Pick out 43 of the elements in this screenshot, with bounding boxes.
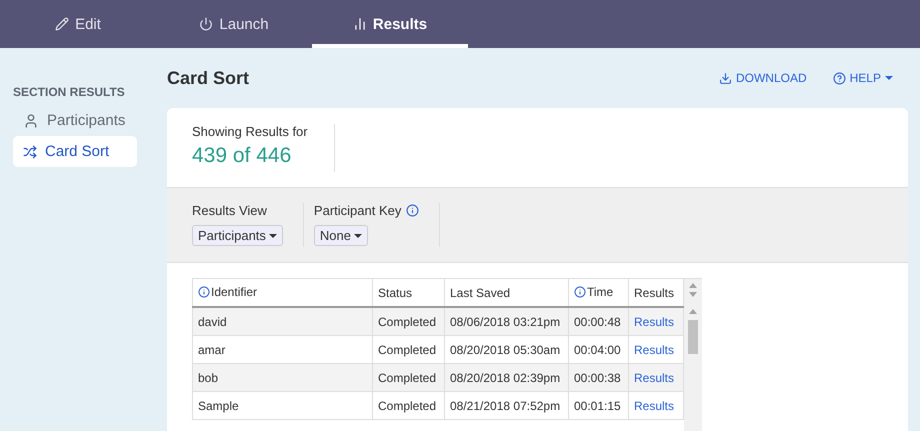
help-icon: [832, 72, 846, 84]
page-title: Card Sort: [167, 68, 250, 88]
table-cell: 08/20/2018 05:30am: [444, 336, 568, 364]
filter-label: Participant Key: [314, 203, 402, 218]
summary-value: 439 of 446: [192, 144, 292, 168]
power-icon: [199, 17, 214, 31]
table-cell: 08/06/2018 03:21pm: [444, 307, 568, 336]
table-cell: Completed: [372, 392, 444, 420]
table-cell: 08/21/2018 07:52pm: [444, 392, 568, 420]
table-cell: 08/20/2018 02:39pm: [444, 364, 568, 392]
sidebar-item[interactable]: Participants: [13, 105, 137, 136]
sidebar-heading: SECTION RESULTS: [13, 85, 126, 99]
table-cell: amar: [192, 336, 372, 364]
table-cell: 00:01:15: [568, 392, 628, 420]
filter-dropdown[interactable]: None: [314, 225, 368, 246]
scrollbar[interactable]: [684, 278, 702, 431]
table-cell: Sample: [192, 392, 372, 420]
nav-tab[interactable]: Results: [312, 0, 468, 48]
table-cell: 00:04:00: [568, 336, 628, 364]
info-icon: [406, 204, 420, 217]
table-cell: 00:00:48: [568, 307, 628, 336]
edit-icon: [55, 17, 70, 31]
table-cell: Completed: [372, 336, 444, 364]
table-cell: bob: [192, 364, 372, 392]
table-cell: Completed: [372, 364, 444, 392]
help-button[interactable]: HELP: [832, 71, 893, 85]
sidebar-item[interactable]: Card Sort: [13, 136, 137, 167]
caret-icon: [268, 234, 277, 238]
nav-tab[interactable]: Launch: [156, 0, 312, 48]
bar-chart-icon: [352, 17, 367, 31]
caret-icon: [885, 76, 893, 80]
table-cell: Completed: [372, 307, 444, 336]
shuffle-icon: [23, 144, 37, 158]
caret-icon: [354, 234, 362, 238]
table-cell: 00:00:38: [568, 364, 628, 392]
user-icon: [23, 112, 39, 128]
table-cell: david: [192, 307, 372, 336]
download-icon: [718, 72, 732, 84]
nav-tab[interactable]: Edit: [0, 0, 156, 48]
filter-label: Results View: [192, 203, 267, 218]
filter-dropdown[interactable]: Participants: [192, 225, 283, 246]
summary-label: Showing Results for: [192, 124, 308, 138]
download-button[interactable]: DOWNLOAD: [718, 71, 807, 85]
